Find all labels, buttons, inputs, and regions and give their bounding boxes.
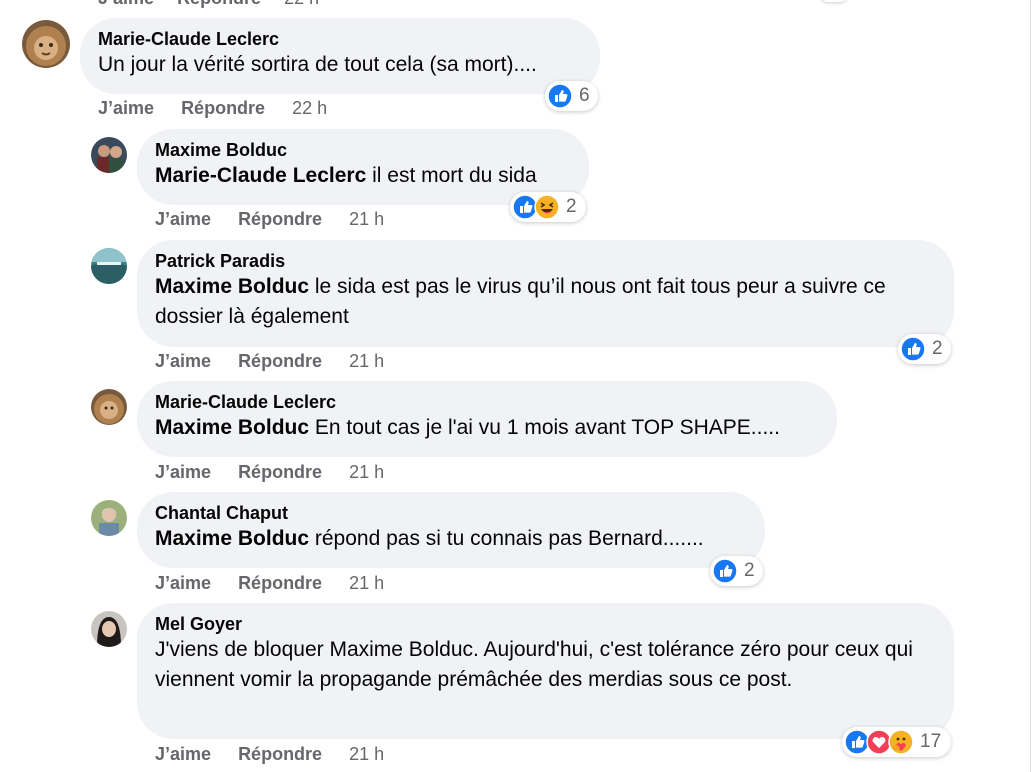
reaction-summary[interactable]: 17 xyxy=(842,727,951,757)
comment-text: Un jour la vérité sortira de tout cela (… xyxy=(98,50,582,80)
comment-body: J'viens de bloquer Maxime Bolduc. Aujour… xyxy=(155,638,913,691)
comment-actions: J’aime Répondre 22 h xyxy=(98,97,349,119)
comment-timestamp[interactable]: 21 h xyxy=(349,461,384,483)
comment-timestamp[interactable]: 21 h xyxy=(349,743,384,765)
avatar[interactable] xyxy=(22,20,70,68)
previous-reaction-summary[interactable] xyxy=(820,0,848,2)
comment-text: Maxime Bolduc En tout cas je l'ai vu 1 m… xyxy=(155,413,819,443)
reaction-count: 2 xyxy=(566,196,577,217)
reaction-summary[interactable]: 2 xyxy=(898,334,951,364)
comment-author[interactable]: Chantal Chaput xyxy=(155,502,747,524)
like-icon xyxy=(547,83,573,109)
comment-bubble: Marie-Claude Leclerc Un jour la vérité s… xyxy=(80,18,600,94)
reply-action[interactable]: Répondre xyxy=(238,743,322,765)
comment-actions: J’aime Répondre 21 h xyxy=(155,743,406,765)
reaction-count: 2 xyxy=(932,338,943,359)
comment-bubble: Patrick Paradis Maxime Bolduc le sida es… xyxy=(137,240,954,347)
reaction-count: 6 xyxy=(579,85,590,106)
like-action[interactable]: J’aime xyxy=(98,97,154,119)
reply-action[interactable]: Répondre xyxy=(238,208,322,230)
mention-link[interactable]: Maxime Bolduc xyxy=(155,527,309,550)
like-action[interactable]: J’aime xyxy=(155,572,211,594)
comment-author[interactable]: Mel Goyer xyxy=(155,613,936,635)
comment-bubble: Mel Goyer J'viens de bloquer Maxime Bold… xyxy=(137,603,954,739)
comment-timestamp[interactable]: 21 h xyxy=(349,208,384,230)
reply-action[interactable]: Répondre xyxy=(238,350,322,372)
comment-text: Maxime Bolduc le sida est pas le virus q… xyxy=(155,272,936,332)
comment-bubble: Chantal Chaput Maxime Bolduc répond pas … xyxy=(137,492,765,568)
comment-body: répond pas si tu connais pas Bernard....… xyxy=(309,527,704,550)
mention-link[interactable]: Maxime Bolduc xyxy=(155,275,309,298)
comment-body: Un jour la vérité sortira de tout cela (… xyxy=(98,53,537,76)
like-action[interactable]: J’aime xyxy=(155,461,211,483)
reply-action[interactable]: Répondre xyxy=(238,461,322,483)
mention-link[interactable]: Maxime Bolduc xyxy=(155,416,309,439)
care-icon xyxy=(888,729,914,755)
reaction-summary[interactable]: 2 xyxy=(710,556,763,586)
reply-action[interactable]: Répondre xyxy=(177,0,261,8)
haha-icon xyxy=(534,194,560,220)
like-icon xyxy=(712,558,738,584)
avatar[interactable] xyxy=(91,137,127,173)
comment-bubble: Marie-Claude Leclerc Maxime Bolduc En to… xyxy=(137,381,837,457)
comment-timestamp[interactable]: 21 h xyxy=(349,572,384,594)
comment-author[interactable]: Maxime Bolduc xyxy=(155,139,571,161)
comment-author[interactable]: Patrick Paradis xyxy=(155,250,936,272)
like-icon xyxy=(900,336,926,362)
comment-text: Maxime Bolduc répond pas si tu connais p… xyxy=(155,524,747,554)
comment-author[interactable]: Marie-Claude Leclerc xyxy=(98,28,582,50)
reply-action[interactable]: Répondre xyxy=(238,572,322,594)
comment-body: En tout cas je l'ai vu 1 mois avant TOP … xyxy=(309,416,780,439)
comment-actions: J’aime Répondre 21 h xyxy=(155,461,406,483)
comment-timestamp[interactable]: 22 h xyxy=(292,97,327,119)
comment-timestamp[interactable]: 22 h xyxy=(284,0,319,8)
avatar[interactable] xyxy=(91,248,127,284)
avatar[interactable] xyxy=(91,389,127,425)
reaction-count: 17 xyxy=(920,731,942,752)
reaction-summary[interactable]: 6 xyxy=(545,81,598,111)
comment-timestamp[interactable]: 21 h xyxy=(349,350,384,372)
comment-text: Marie-Claude Leclerc il est mort du sida xyxy=(155,161,571,191)
comment-text: J'viens de bloquer Maxime Bolduc. Aujour… xyxy=(155,635,936,695)
like-action[interactable]: J’aime xyxy=(155,350,211,372)
avatar[interactable] xyxy=(91,500,127,536)
comment-body: il est mort du sida xyxy=(366,164,537,187)
like-action[interactable]: J’aime xyxy=(155,743,211,765)
comment-author[interactable]: Marie-Claude Leclerc xyxy=(155,391,819,413)
comment-actions: J’aime Répondre 21 h xyxy=(155,572,406,594)
reaction-summary[interactable]: 2 xyxy=(510,192,586,222)
previous-comment-actions: J’aime Répondre 22 h xyxy=(98,0,337,9)
mention-link[interactable]: Marie-Claude Leclerc xyxy=(155,164,366,187)
reply-action[interactable]: Répondre xyxy=(181,97,265,119)
comment-actions: J’aime Répondre 21 h xyxy=(155,350,406,372)
like-action[interactable]: J’aime xyxy=(98,0,154,8)
comment-actions: J’aime Répondre 21 h xyxy=(155,208,406,230)
scrollbar-track[interactable] xyxy=(1030,0,1031,772)
like-action[interactable]: J’aime xyxy=(155,208,211,230)
avatar[interactable] xyxy=(91,611,127,647)
reaction-count: 2 xyxy=(744,560,755,581)
